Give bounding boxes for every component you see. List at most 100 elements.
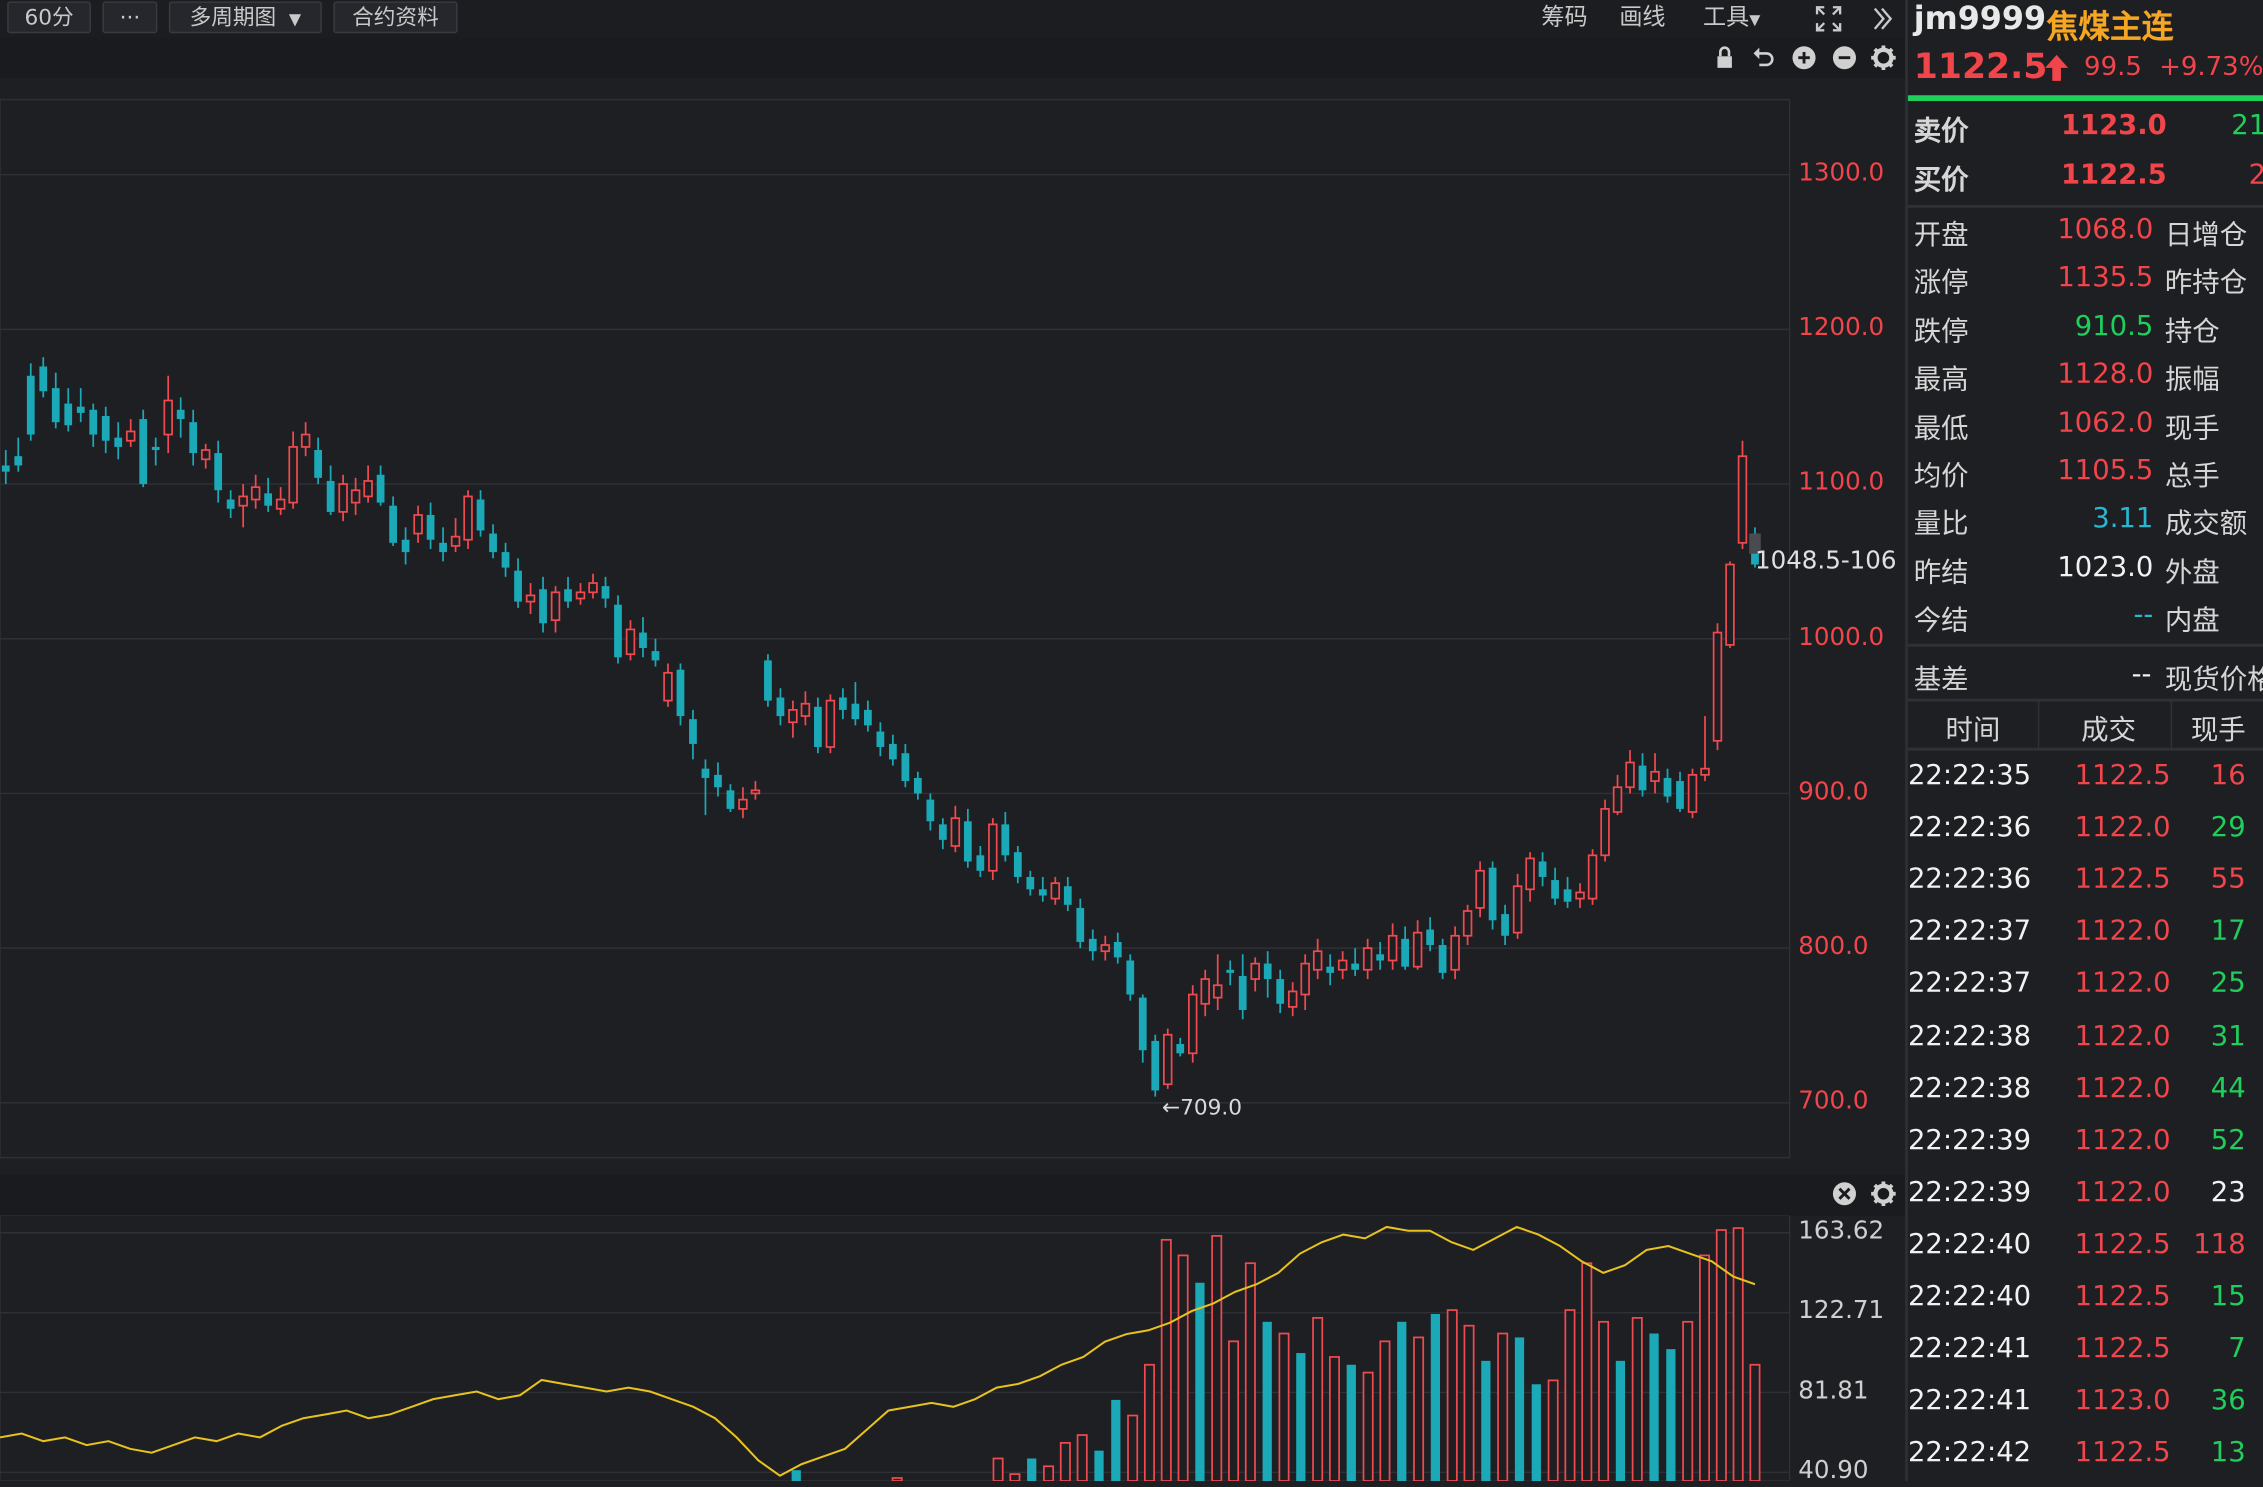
chart-tool-bar bbox=[0, 37, 1906, 78]
candle-body bbox=[1387, 934, 1398, 962]
volume-chart[interactable]: 163.62 122.71 81.81 40.90 bbox=[0, 1214, 1905, 1485]
trades-header-time: 时间 bbox=[1945, 714, 2001, 747]
trade-quantity: 25 bbox=[2210, 967, 2246, 1000]
trade-quantity: 13 bbox=[2210, 1436, 2246, 1469]
more-button[interactable]: ··· bbox=[102, 1, 158, 34]
candle-body bbox=[1312, 950, 1323, 971]
candle-body bbox=[1737, 455, 1748, 544]
multi-period-dropdown[interactable]: 多周期图 ▼ bbox=[168, 1, 322, 34]
candle-body bbox=[64, 403, 73, 426]
volume-bar bbox=[1581, 1262, 1593, 1482]
tools-dropdown[interactable]: 工具▼ bbox=[1703, 3, 1760, 36]
chips-link[interactable]: 筹码 bbox=[1541, 3, 1587, 32]
candle-body bbox=[1263, 963, 1272, 980]
zoom-in-icon[interactable] bbox=[1791, 45, 1817, 71]
candle-body bbox=[1638, 765, 1647, 791]
candle-body bbox=[663, 671, 673, 702]
volume-bar bbox=[1244, 1262, 1256, 1482]
candle-body bbox=[1450, 934, 1460, 971]
price-change: 99.5 bbox=[2084, 51, 2142, 83]
candle-body bbox=[738, 798, 748, 810]
lock-icon[interactable] bbox=[1712, 45, 1738, 71]
candle-body bbox=[14, 456, 23, 466]
candle-body bbox=[689, 719, 697, 744]
candle-body bbox=[1113, 941, 1122, 958]
candle-body bbox=[639, 632, 647, 649]
candle-body bbox=[800, 702, 811, 717]
divider bbox=[1907, 698, 2263, 702]
candle-body bbox=[926, 799, 935, 822]
period-button[interactable]: 60分 bbox=[7, 1, 91, 34]
trade-quantity: 29 bbox=[2210, 811, 2246, 844]
candle-body bbox=[250, 486, 261, 501]
candle-body bbox=[963, 821, 972, 862]
trade-price: 1122.0 bbox=[2074, 915, 2171, 948]
candle-body bbox=[1163, 1033, 1173, 1086]
basis-value: -- bbox=[2131, 658, 2152, 690]
stat-value: 1023.0 bbox=[2057, 551, 2154, 583]
candlestick-chart[interactable]: 1300.0 1200.0 1100.0 1000.0 900.0 800.0 … bbox=[0, 78, 1905, 1175]
candle-body bbox=[125, 430, 136, 442]
candle-body bbox=[1187, 993, 1198, 1055]
candle-body bbox=[726, 790, 735, 809]
volume-settings-gear-icon[interactable] bbox=[1870, 1181, 1896, 1207]
volume-bar bbox=[1076, 1434, 1088, 1482]
candle-body bbox=[1525, 857, 1535, 891]
fullscreen-icon[interactable] bbox=[1814, 4, 1843, 33]
stat-label-secondary: 日增仓 bbox=[2164, 219, 2248, 252]
stat-value: -- bbox=[2133, 599, 2154, 632]
candle-body bbox=[1151, 1040, 1160, 1091]
candle-body bbox=[564, 589, 572, 602]
trade-time: 22:22:40 bbox=[1907, 1280, 2032, 1313]
stat-label-secondary: 外盘 bbox=[2164, 556, 2220, 589]
candle-body bbox=[950, 817, 961, 847]
candle-body bbox=[463, 495, 473, 541]
candle-body bbox=[614, 604, 622, 658]
candle-body bbox=[1575, 891, 1585, 900]
candle-body bbox=[376, 474, 385, 503]
candle-body bbox=[1587, 854, 1598, 900]
candle-body bbox=[575, 591, 586, 600]
stat-value: 1068.0 bbox=[2057, 213, 2154, 246]
double-chevron-right-icon[interactable] bbox=[1870, 4, 1893, 33]
candle-body bbox=[1612, 786, 1623, 813]
undo-icon[interactable] bbox=[1751, 45, 1777, 71]
volume-pane-header bbox=[0, 1174, 1906, 1216]
trade-price: 1122.5 bbox=[2074, 759, 2171, 792]
candle-body bbox=[601, 586, 610, 599]
candle-body bbox=[1600, 808, 1610, 857]
stat-value: 1062.0 bbox=[2057, 406, 2154, 439]
candle-body bbox=[439, 542, 447, 553]
candle-body bbox=[200, 449, 211, 461]
trade-quantity: 16 bbox=[2210, 759, 2246, 792]
candle-body bbox=[701, 768, 710, 778]
candle-body bbox=[1563, 889, 1572, 902]
contract-info-button[interactable]: 合约资料 bbox=[333, 1, 458, 34]
candle-body bbox=[1138, 997, 1147, 1051]
candle-body bbox=[651, 651, 660, 661]
volume-bar bbox=[1598, 1320, 1610, 1482]
candle-body bbox=[1362, 947, 1373, 971]
candle-body bbox=[1401, 938, 1410, 967]
volume-bar bbox=[1615, 1360, 1626, 1481]
close-icon[interactable] bbox=[1831, 1181, 1857, 1207]
candle-body bbox=[1488, 867, 1497, 921]
candle-body bbox=[163, 399, 173, 436]
settings-gear-icon[interactable] bbox=[1870, 45, 1896, 71]
candle-body bbox=[901, 753, 910, 782]
ask-price: 1123.0 bbox=[2060, 109, 2167, 142]
volume-bar bbox=[1413, 1336, 1425, 1482]
draw-link[interactable]: 画线 bbox=[1619, 3, 1665, 32]
divider bbox=[1907, 204, 2263, 208]
candle-body bbox=[1538, 861, 1547, 877]
candle-body bbox=[776, 697, 785, 717]
zoom-out-icon[interactable] bbox=[1831, 45, 1857, 71]
candle-body bbox=[1412, 931, 1423, 968]
stat-label: 涨停 bbox=[1913, 267, 1969, 300]
trade-quantity: 23 bbox=[2210, 1176, 2246, 1208]
price-tick-label: 1300.0 bbox=[1798, 158, 1885, 188]
candle-body bbox=[1650, 770, 1660, 782]
trades-header-qty: 现手 bbox=[2190, 714, 2246, 747]
trade-time: 22:22:37 bbox=[1907, 915, 2032, 948]
stat-label-secondary: 内盘 bbox=[2164, 605, 2220, 637]
